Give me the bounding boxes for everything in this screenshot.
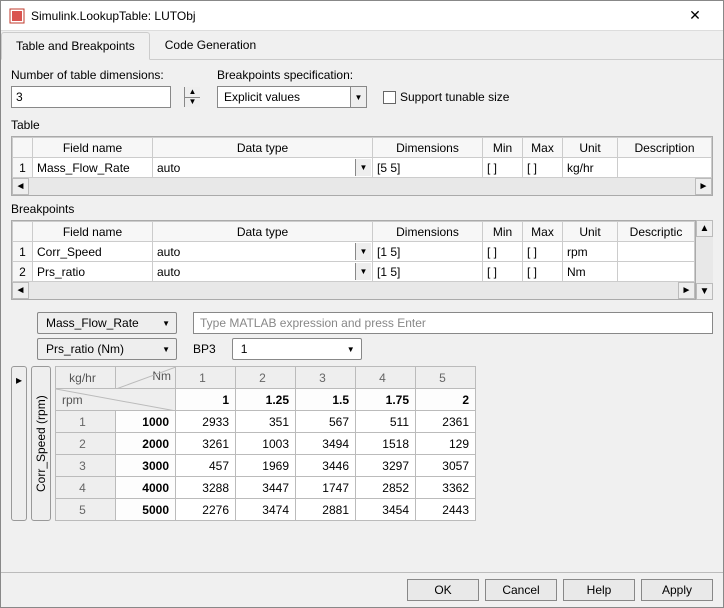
chevron-down-icon[interactable]: ▼ xyxy=(350,87,366,107)
chevron-down-icon[interactable]: ▼ xyxy=(355,159,371,176)
support-tunable-checkbox[interactable]: Support tunable size xyxy=(383,90,509,104)
table-row[interactable]: 1 Corr_Speed auto▼ [1 5] [ ] [ ] rpm xyxy=(13,242,695,262)
col-desc[interactable]: Description xyxy=(618,138,712,158)
tab-bar: Table and Breakpoints Code Generation xyxy=(1,31,723,60)
checkbox-box[interactable] xyxy=(383,91,396,104)
num-dims-input[interactable] xyxy=(11,86,171,108)
table-row[interactable]: 2 Prs_ratio auto▼ [1 5] [ ] [ ] Nm xyxy=(13,262,695,282)
table-hscroll[interactable]: ◄ ► xyxy=(12,178,712,195)
titlebar: Simulink.LookupTable: LUTObj ✕ xyxy=(1,1,723,31)
scroll-down-icon[interactable]: ▼ xyxy=(696,283,713,300)
chevron-down-icon: ▼ xyxy=(162,319,170,328)
scroll-left-icon[interactable]: ◄ xyxy=(12,178,29,195)
col-datatype[interactable]: Data type xyxy=(153,138,373,158)
help-button[interactable]: Help xyxy=(563,579,635,601)
scroll-left-icon[interactable]: ◄ xyxy=(12,282,29,299)
tab-content: Number of table dimensions: Breakpoints … xyxy=(1,60,723,572)
col-dimensions[interactable]: Dimensions xyxy=(373,138,483,158)
num-dims-label: Number of table dimensions: xyxy=(11,68,201,82)
ok-button[interactable]: OK xyxy=(407,579,479,601)
tab-code-generation[interactable]: Code Generation xyxy=(150,31,271,59)
view-row-selector[interactable]: Mass_Flow_Rate▼ xyxy=(37,312,177,334)
breakpoints-grid: Field name Data type Dimensions Min Max … xyxy=(11,220,696,300)
scroll-right-icon[interactable]: ► xyxy=(695,178,712,195)
bp-vscroll[interactable]: ▲ ▼ xyxy=(696,220,713,300)
data-viewer: ▸ Corr_Speed (rpm) kg/hr Nm 1 2 3 4 5 xyxy=(11,366,713,521)
cancel-button[interactable]: Cancel xyxy=(485,579,557,601)
expression-input[interactable]: Type MATLAB expression and press Enter xyxy=(193,312,713,334)
scroll-up-icon[interactable]: ▲ xyxy=(696,220,713,237)
table-grid: Field name Data type Dimensions Min Max … xyxy=(11,136,713,196)
bp-spec-label: Breakpoints specification: xyxy=(217,68,353,82)
spin-up[interactable]: ▲ xyxy=(184,87,200,98)
table-row[interactable]: 1 Mass_Flow_Rate auto▼ [5 5] [ ] [ ] kg/… xyxy=(13,158,712,178)
col-min[interactable]: Min xyxy=(483,138,523,158)
col-unit[interactable]: Unit xyxy=(563,138,618,158)
support-tunable-label: Support tunable size xyxy=(400,90,509,104)
corner-unit-bottom: rpm xyxy=(56,389,176,411)
bp-spec-value: Explicit values xyxy=(224,90,300,104)
spin-down[interactable]: ▼ xyxy=(184,98,200,108)
table-section-label: Table xyxy=(11,118,713,132)
col-max[interactable]: Max xyxy=(523,138,563,158)
chevron-down-icon[interactable]: ▼ xyxy=(355,243,371,260)
button-bar: OK Cancel Help Apply xyxy=(1,572,723,607)
col-fieldname[interactable]: Field name xyxy=(33,138,153,158)
bp-spec-combo[interactable]: Explicit values ▼ xyxy=(217,86,367,108)
apply-button[interactable]: Apply xyxy=(641,579,713,601)
window-title: Simulink.LookupTable: LUTObj xyxy=(31,9,675,23)
bp3-label: BP3 xyxy=(193,342,216,356)
chevron-down-icon: ▼ xyxy=(347,345,355,354)
dialog-window: Simulink.LookupTable: LUTObj ✕ Table and… xyxy=(0,0,724,608)
corner-unit-top: kg/hr xyxy=(56,367,116,389)
close-button[interactable]: ✕ xyxy=(675,7,715,24)
view-slice-selector[interactable]: Prs_ratio (Nm)▼ xyxy=(37,338,177,360)
corner-unit-right: Nm xyxy=(116,367,176,389)
bp3-selector[interactable]: 1▼ xyxy=(232,338,362,360)
expand-grip[interactable]: ▸ xyxy=(11,366,27,521)
bp-section-label: Breakpoints xyxy=(11,202,713,216)
datatype-cell[interactable]: auto▼ xyxy=(153,158,373,178)
simulink-icon xyxy=(9,8,25,24)
num-dims-spinner[interactable]: ▲▼ xyxy=(11,86,201,108)
row-axis-label: Corr_Speed (rpm) xyxy=(31,366,51,521)
chevron-down-icon: ▼ xyxy=(162,345,170,354)
scroll-right-icon[interactable]: ► xyxy=(678,282,695,299)
tab-table-breakpoints[interactable]: Table and Breakpoints xyxy=(1,32,150,60)
col-rownum xyxy=(13,138,33,158)
bp-hscroll[interactable]: ◄ ► xyxy=(12,282,695,299)
chevron-down-icon[interactable]: ▼ xyxy=(355,263,371,280)
